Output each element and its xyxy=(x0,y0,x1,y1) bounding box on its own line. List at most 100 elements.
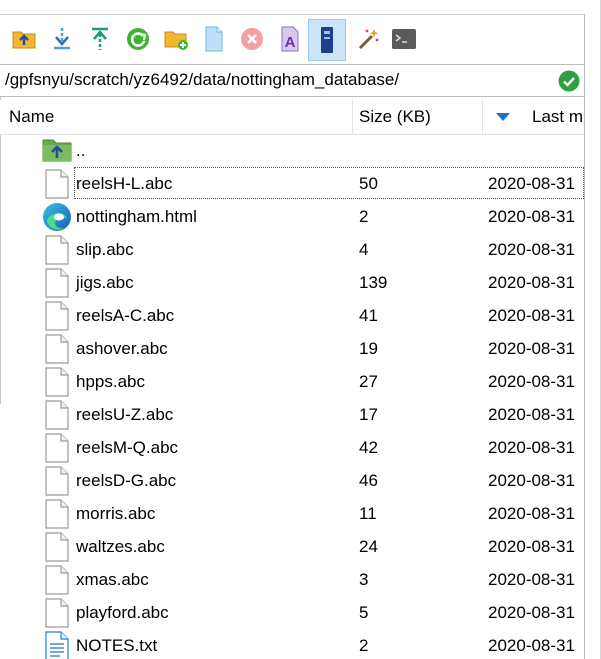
parent-directory-row[interactable]: .. xyxy=(0,134,584,167)
file-name: nottingham.html xyxy=(76,207,197,226)
file-name: hpps.abc xyxy=(76,372,145,391)
file-modified-date: 2020-08-31 xyxy=(488,240,575,259)
file-row[interactable]: reelsU-Z.abc 17 2020-08-31 xyxy=(0,398,584,431)
rename-button[interactable]: A xyxy=(272,20,308,58)
file-name: slip.abc xyxy=(76,240,134,259)
file-row[interactable]: playford.abc 5 2020-08-31 xyxy=(0,596,584,629)
file-modified-date: 2020-08-31 xyxy=(488,504,575,523)
file-size: 42 xyxy=(359,438,378,457)
column-modified-header[interactable]: Last m xyxy=(532,100,584,134)
file-modified-date: 2020-08-31 xyxy=(488,438,575,457)
file-modified-date: 2020-08-31 xyxy=(488,405,575,424)
new-folder-icon xyxy=(164,31,188,50)
file-row[interactable]: xmas.abc 3 2020-08-31 xyxy=(0,563,584,596)
file-modified-date: 2020-08-31 xyxy=(488,339,575,358)
file-row[interactable]: reelsM-Q.abc 42 2020-08-31 xyxy=(0,431,584,464)
file-name: playford.abc xyxy=(76,603,169,622)
file-size: 46 xyxy=(359,471,378,490)
new-file-button[interactable] xyxy=(196,20,232,58)
file-row[interactable]: reelsD-G.abc 46 2020-08-31 xyxy=(0,464,584,497)
file-size: 41 xyxy=(359,306,378,325)
file-icon xyxy=(45,400,69,430)
file-modified-date: 2020-08-31 xyxy=(488,603,575,622)
file-row[interactable]: ashover.abc 19 2020-08-31 xyxy=(0,332,584,365)
file-row[interactable]: nottingham.html 2 2020-08-31 xyxy=(0,200,584,233)
file-modified-date: 2020-08-31 xyxy=(488,207,575,226)
file-name: xmas.abc xyxy=(76,570,149,589)
edge-browser-icon xyxy=(43,203,71,231)
panel-border xyxy=(584,14,585,659)
parent-directory-button[interactable] xyxy=(6,20,42,58)
refresh-button[interactable] xyxy=(120,20,156,58)
file-row[interactable]: jigs.abc 139 2020-08-31 xyxy=(0,266,584,299)
file-row[interactable]: reelsA-C.abc 41 2020-08-31 xyxy=(0,299,584,332)
file-icon xyxy=(45,268,69,298)
upload-button[interactable] xyxy=(82,20,118,58)
folder-up-icon xyxy=(12,31,36,49)
file-row[interactable]: hpps.abc 27 2020-08-31 xyxy=(0,365,584,398)
file-icon xyxy=(45,499,69,529)
file-size: 2 xyxy=(359,207,369,226)
file-size: 24 xyxy=(359,537,378,556)
new-file-icon xyxy=(205,26,223,52)
properties-icon xyxy=(321,27,333,53)
file-size: 11 xyxy=(359,504,377,523)
download-button[interactable] xyxy=(44,20,80,58)
file-icon xyxy=(45,433,69,463)
file-name: morris.abc xyxy=(76,504,156,523)
checkmark-icon[interactable] xyxy=(558,70,580,92)
file-name: NOTES.txt xyxy=(76,636,158,655)
column-divider[interactable] xyxy=(352,100,353,134)
file-row[interactable]: morris.abc 11 2020-08-31 xyxy=(0,497,584,530)
terminal-button[interactable] xyxy=(386,20,422,58)
file-name: reelsU-Z.abc xyxy=(76,405,174,424)
download-arrow-icon xyxy=(54,28,70,50)
file-icon xyxy=(45,301,69,331)
file-row[interactable]: slip.abc 4 2020-08-31 xyxy=(0,233,584,266)
terminal-icon xyxy=(392,29,416,49)
file-size: 19 xyxy=(359,339,378,358)
file-modified-date: 2020-08-31 xyxy=(488,306,575,325)
folder-up-icon xyxy=(42,139,72,162)
file-icon xyxy=(45,235,69,265)
file-size: 4 xyxy=(359,240,369,259)
file-size: 139 xyxy=(359,273,388,292)
magic-wand-icon xyxy=(358,29,379,50)
parent-directory-label: .. xyxy=(76,141,86,160)
toolbar: A xyxy=(0,14,584,65)
file-icon xyxy=(45,334,69,364)
file-size: 17 xyxy=(359,405,378,424)
column-header: Name Size (KB) Last m xyxy=(0,100,584,135)
file-modified-date: 2020-08-31 xyxy=(488,636,575,655)
path-bar xyxy=(0,64,584,97)
file-row[interactable]: NOTES.txt 2 2020-08-31 xyxy=(0,629,584,659)
new-folder-button[interactable] xyxy=(158,20,194,58)
column-size-header[interactable]: Size (KB) xyxy=(359,100,479,134)
rename-icon: A xyxy=(281,26,299,52)
focus-rectangle xyxy=(74,167,584,199)
file-size: 3 xyxy=(359,570,369,589)
properties-button[interactable] xyxy=(308,19,346,61)
file-modified-date: 2020-08-31 xyxy=(488,372,575,391)
file-modified-date: 2020-08-31 xyxy=(488,273,575,292)
delete-button[interactable] xyxy=(234,20,270,58)
upload-arrow-icon xyxy=(92,27,108,50)
sort-descending-icon xyxy=(496,113,510,121)
file-row[interactable]: waltzes.abc 24 2020-08-31 xyxy=(0,530,584,563)
file-row[interactable]: reelsH-L.abc 50 2020-08-31 xyxy=(0,167,584,200)
svg-text:A: A xyxy=(285,34,296,51)
refresh-icon xyxy=(127,28,149,50)
right-margin xyxy=(584,0,601,659)
find-button[interactable] xyxy=(350,20,386,58)
file-name: reelsA-C.abc xyxy=(76,306,175,325)
column-divider[interactable] xyxy=(482,100,483,134)
file-name: reelsD-G.abc xyxy=(76,471,177,490)
file-modified-date: 2020-08-31 xyxy=(488,570,575,589)
path-input[interactable] xyxy=(5,67,545,93)
column-name-header[interactable]: Name xyxy=(9,100,349,134)
file-icon xyxy=(45,598,69,628)
file-modified-date: 2020-08-31 xyxy=(488,537,575,556)
file-icon xyxy=(45,169,69,199)
file-panel: A /gpfsnyu/scratch/yz6492/data/nottingha… xyxy=(0,0,584,659)
file-list: .. reelsH-L.abc 50 2020-08-31 nottingham.ht… xyxy=(0,134,584,659)
